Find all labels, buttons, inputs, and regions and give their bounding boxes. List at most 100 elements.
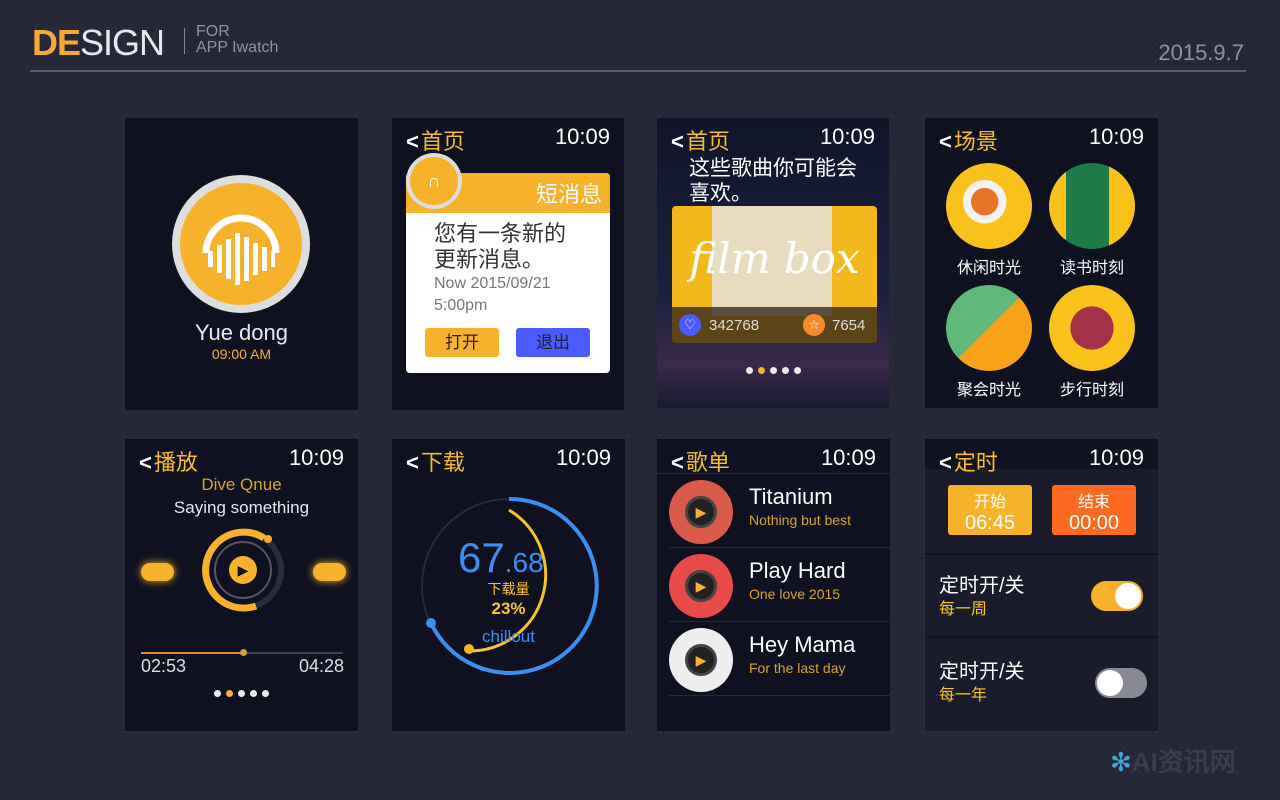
chevron-left-icon[interactable]: <	[939, 450, 952, 475]
chevron-left-icon[interactable]: <	[139, 450, 152, 475]
play-icon[interactable]: ▶	[685, 644, 717, 676]
play-icon[interactable]: ▶	[229, 556, 257, 584]
end-label: 结束	[1077, 494, 1110, 511]
song-title: Saying something	[173, 498, 310, 517]
clock: 10:09	[820, 445, 876, 470]
start-time-button[interactable]: 开始 06:45	[948, 485, 1032, 535]
headline: 这些歌曲你可能会喜欢。	[689, 157, 857, 205]
scene-leisure[interactable]: 休闲时光	[945, 163, 1033, 278]
list-item[interactable]: ▶ Titanium Nothing but best	[669, 474, 890, 548]
timer-row-label: 定时开/关	[939, 661, 1025, 683]
page-dot[interactable]	[262, 690, 269, 697]
message-date: Now 2015/09/21	[434, 275, 551, 292]
scene-walking[interactable]: 步行时刻	[1048, 285, 1136, 400]
clock: 10:09	[288, 445, 344, 470]
design-logo: DESIGN	[32, 22, 165, 64]
play-icon[interactable]: ▶	[685, 570, 717, 602]
artist-name: Dive Qnue	[201, 475, 282, 494]
album-card[interactable]: film box ♡ 342768 ☆ 7654	[672, 206, 877, 343]
album-cover: ▶	[669, 554, 733, 618]
scene-label: 休闲时光	[956, 260, 1021, 277]
album-art-text: film box	[689, 234, 860, 283]
song-subtitle: One love 2015	[749, 586, 841, 602]
watermark: ✻AI资讯网	[1110, 742, 1236, 779]
page-dot[interactable]	[214, 690, 221, 697]
page-dot[interactable]	[793, 367, 801, 374]
chevron-left-icon[interactable]: <	[939, 129, 952, 154]
download-percent: 23%	[491, 599, 526, 618]
logo-rest: SIGN	[80, 22, 165, 63]
song-subtitle: For the last day	[749, 660, 846, 676]
back-link[interactable]: 首页	[686, 129, 730, 154]
screen-recommend: <首页 10:09 这些歌曲你可能会喜欢。 film box ♡ 342768 ☆…	[657, 118, 889, 408]
page-dot-active[interactable]	[226, 690, 233, 697]
page-dot[interactable]	[769, 367, 777, 374]
album-cover: ▶	[669, 628, 733, 692]
yearly-toggle[interactable]	[1095, 668, 1147, 698]
reading-image	[1049, 163, 1135, 249]
chevron-left-icon[interactable]: <	[406, 450, 419, 475]
end-time-button[interactable]: 结束 00:00	[1052, 485, 1136, 535]
screen-scenes: <场景 10:09 休闲时光 读书时刻 聚会时光 步行时刻	[925, 118, 1158, 408]
chevron-left-icon[interactable]: <	[406, 129, 419, 154]
app-logo-icon: ∩	[406, 153, 462, 209]
previous-icon[interactable]	[141, 563, 174, 581]
back-link[interactable]: 下载	[421, 450, 465, 475]
star-icon[interactable]: ☆	[803, 314, 825, 336]
date: 2015.9.7	[1158, 40, 1244, 65]
end-time: 00:00	[1068, 512, 1120, 534]
page-dot[interactable]	[250, 690, 257, 697]
song-name: Hey Mama	[749, 632, 856, 657]
download-label: 下载量	[487, 581, 530, 597]
clock: 10:09	[555, 445, 611, 470]
back-link[interactable]: 定时	[954, 450, 998, 475]
scene-reading[interactable]: 读书时刻	[1048, 163, 1136, 278]
logo-accent: DE	[32, 22, 81, 63]
timer-row-repeat: 每一年	[939, 687, 988, 704]
page-dot-active[interactable]	[757, 367, 765, 374]
weekly-toggle[interactable]	[1091, 581, 1143, 611]
back-link[interactable]: 播放	[154, 450, 198, 475]
for-label: FOR	[196, 23, 230, 40]
back-link[interactable]: 场景	[954, 129, 998, 154]
clock: 10:09	[1088, 445, 1144, 470]
chevron-left-icon[interactable]: <	[671, 129, 684, 154]
elapsed-time: 02:53	[141, 656, 187, 676]
back-link[interactable]: 歌单	[686, 450, 730, 475]
timer-row-repeat: 每一周	[939, 601, 988, 618]
heart-icon[interactable]: ♡	[679, 314, 701, 336]
app-label: APP Iwatch	[196, 39, 279, 56]
list-item[interactable]: ▶ Hey Mama For the last day	[669, 622, 890, 696]
list-item[interactable]: ▶ Play Hard One love 2015	[669, 548, 890, 622]
scene-party[interactable]: 聚会时光	[945, 285, 1033, 400]
play-icon[interactable]: ▶	[685, 496, 717, 528]
page-dot[interactable]	[238, 690, 245, 697]
walking-image	[1049, 285, 1135, 371]
headphones-waveform-icon	[172, 175, 310, 313]
page-dot[interactable]	[745, 367, 753, 374]
header-rule	[30, 70, 1246, 72]
page-dot[interactable]	[781, 367, 789, 374]
download-name: chillout	[482, 627, 535, 646]
seek-bar[interactable]	[141, 649, 343, 656]
subtitle: FOR APP Iwatch	[196, 24, 278, 56]
screen-message: <首页 10:09 短消息 您有一条新的更新消息。 Now 2015/09/21 …	[392, 118, 624, 410]
timer-row-weekly: 定时开/关 每一周	[925, 553, 1158, 638]
alarm-time: 09:00 AM	[211, 346, 272, 362]
chevron-left-icon[interactable]: <	[671, 450, 684, 475]
next-icon[interactable]	[313, 563, 346, 581]
like-count: 342768	[709, 317, 760, 334]
screen-playlist: <歌单 10:09 ▶ Titanium Nothing but best ▶ Play…	[657, 439, 890, 731]
clock: 10:09	[554, 124, 610, 149]
screen-download: <下载 10:09 67.68 下载量 23% chillout	[392, 439, 625, 731]
party-image	[946, 285, 1032, 371]
scene-label: 步行时刻	[1059, 382, 1124, 399]
page-indicator	[125, 690, 358, 697]
scene-label: 聚会时光	[956, 382, 1021, 399]
leisure-image	[946, 163, 1032, 249]
total-time: 04:28	[298, 656, 344, 676]
song-name: Play Hard	[749, 558, 846, 583]
open-button[interactable]: 打开	[425, 328, 499, 357]
back-link[interactable]: 首页	[421, 129, 465, 154]
exit-button[interactable]: 退出	[516, 328, 590, 357]
